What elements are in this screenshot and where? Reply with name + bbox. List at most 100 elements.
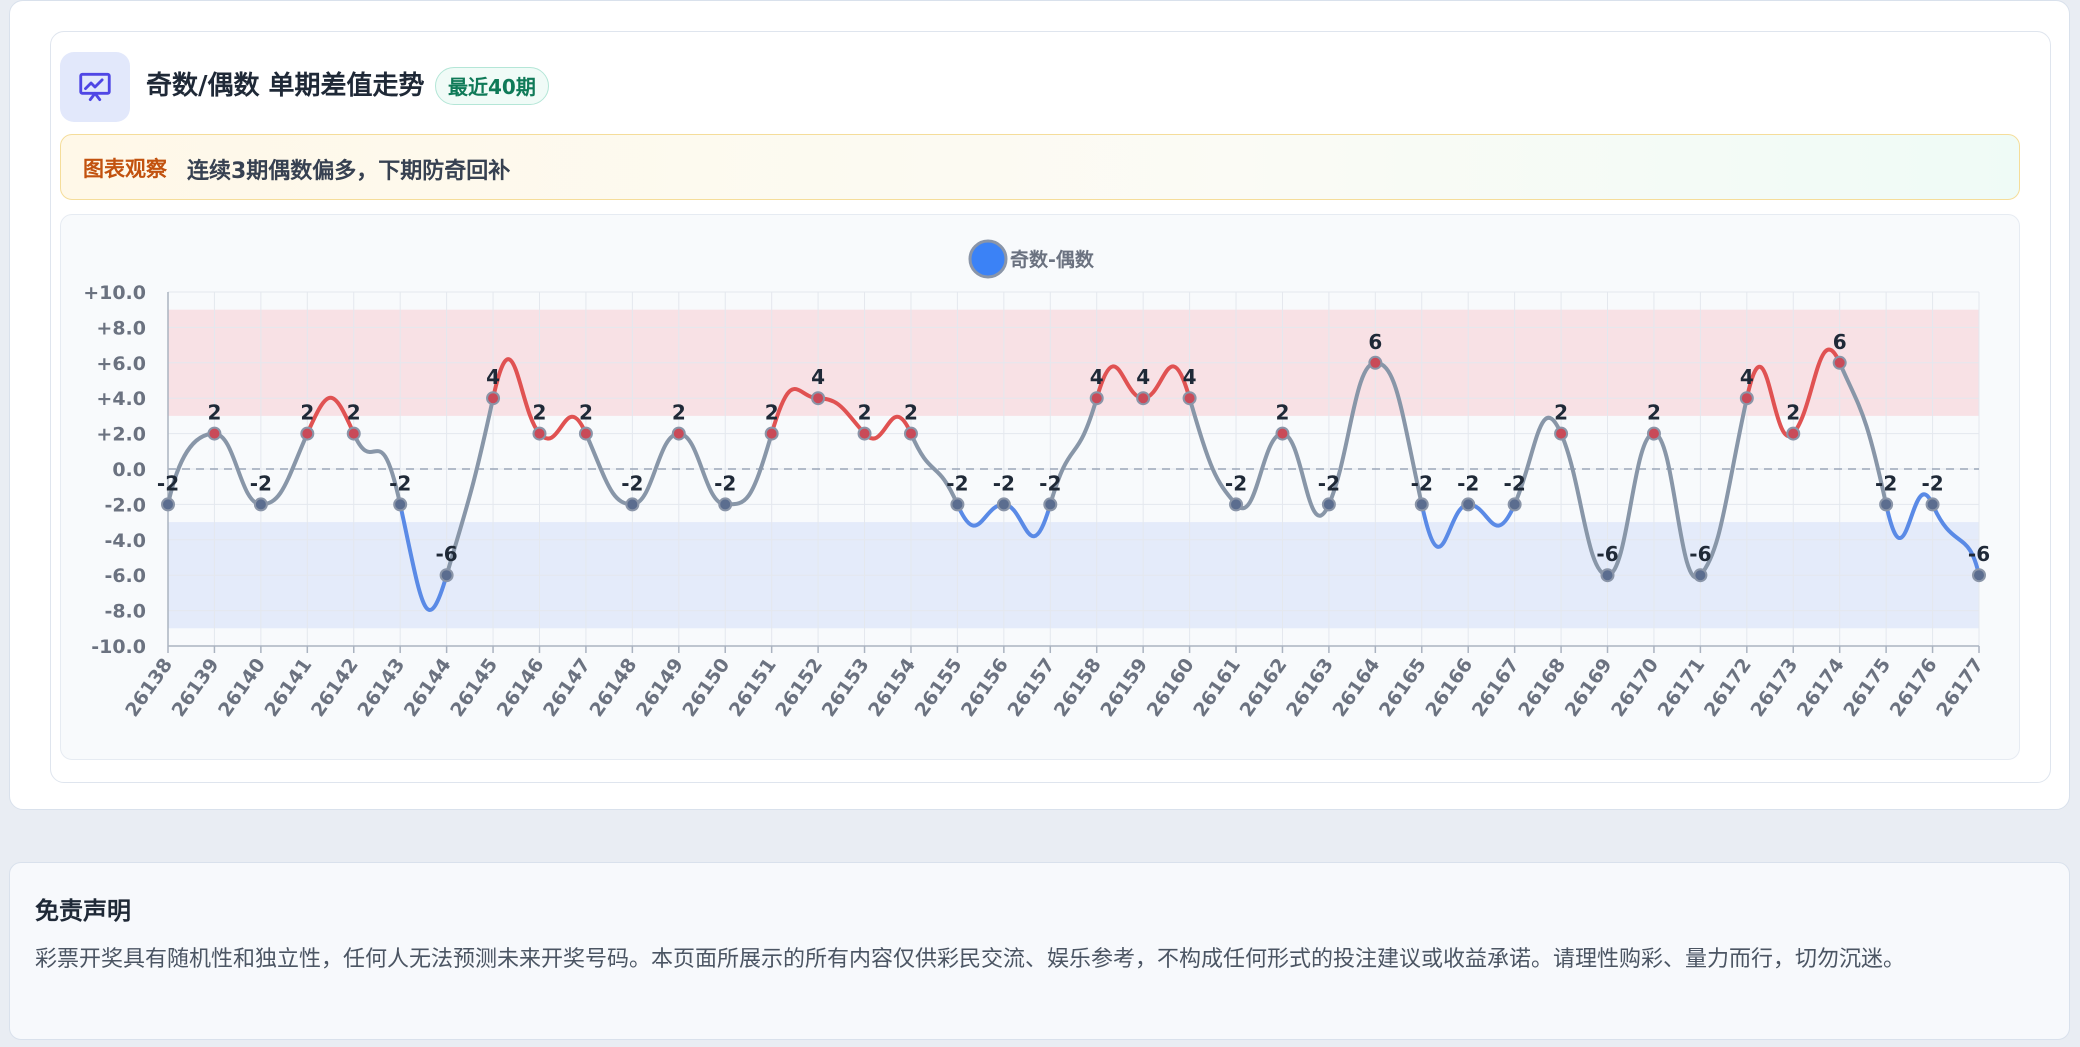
- y-tick-label: -2.0: [104, 494, 146, 516]
- x-tick-label: 26151: [725, 654, 781, 721]
- data-point: [625, 497, 640, 512]
- data-point: [1693, 568, 1708, 583]
- x-tick-label: 26164: [1328, 654, 1384, 721]
- data-label: 2: [672, 401, 686, 425]
- data-point: [1879, 497, 1894, 512]
- data-label: 6: [1833, 330, 1847, 354]
- data-point: [811, 391, 826, 406]
- x-tick-label: 26173: [1746, 654, 1802, 721]
- data-point: [764, 426, 779, 441]
- data-label: 2: [1276, 401, 1290, 425]
- data-label: 2: [765, 401, 779, 425]
- x-tick-label: 26171: [1654, 654, 1710, 721]
- data-label: -2: [621, 471, 643, 495]
- data-point: [1414, 497, 1429, 512]
- x-tick-label: 26155: [911, 654, 967, 721]
- data-point: [1646, 426, 1661, 441]
- data-label: 2: [1647, 401, 1661, 425]
- x-tick-label: 26159: [1096, 654, 1152, 721]
- disclaimer-text: 彩票开奖具有随机性和独立性，任何人无法预测未来开奖号码。本页面所展示的所有内容仅…: [35, 947, 1906, 972]
- data-label: 6: [1368, 330, 1382, 354]
- data-label: 2: [904, 401, 918, 425]
- data-point: [1321, 497, 1336, 512]
- data-point: [253, 497, 268, 512]
- data-label: -6: [1689, 542, 1711, 566]
- data-label: -2: [1411, 471, 1433, 495]
- x-tick-label: 26160: [1143, 654, 1199, 721]
- data-point: [996, 497, 1011, 512]
- data-label: 4: [1090, 365, 1104, 389]
- data-point: [393, 497, 408, 512]
- x-tick-label: 26149: [632, 654, 688, 721]
- data-point: [439, 568, 454, 583]
- data-label: -2: [157, 471, 179, 495]
- x-tick-label: 26176: [1886, 654, 1942, 721]
- data-point: [1507, 497, 1522, 512]
- x-tick-label: 26153: [818, 654, 874, 721]
- data-label: 2: [1786, 401, 1800, 425]
- data-label: -6: [1968, 542, 1990, 566]
- data-label: 4: [486, 365, 500, 389]
- data-point: [1786, 426, 1801, 441]
- data-label: 2: [347, 401, 361, 425]
- data-label: 2: [1554, 401, 1568, 425]
- data-point: [161, 497, 175, 512]
- x-tick-label: 26161: [1189, 654, 1245, 721]
- y-tick-label: -10.0: [91, 636, 146, 658]
- x-tick-label: 26146: [493, 654, 549, 721]
- data-point: [1089, 391, 1104, 406]
- data-point: [1368, 355, 1383, 370]
- x-tick-label: 26163: [1282, 654, 1338, 721]
- data-point: [903, 426, 918, 441]
- data-label: 2: [533, 401, 547, 425]
- data-label: 4: [1183, 365, 1197, 389]
- x-tick-label: 26145: [446, 654, 502, 721]
- data-point: [1925, 497, 1940, 512]
- data-label: -2: [389, 471, 411, 495]
- x-tick-label: 26167: [1468, 654, 1524, 721]
- y-tick-label: -4.0: [104, 530, 146, 552]
- x-tick-label: 26165: [1375, 654, 1431, 721]
- data-point: [486, 391, 501, 406]
- x-tick-label: 26140: [214, 654, 270, 721]
- data-point: [578, 426, 593, 441]
- data-label: 2: [579, 401, 593, 425]
- data-label: -2: [1225, 471, 1247, 495]
- data-point: [532, 426, 547, 441]
- data-label: -2: [993, 471, 1015, 495]
- x-tick-label: 26138: [121, 654, 177, 721]
- data-label: 4: [811, 365, 825, 389]
- x-tick-label: 26141: [260, 654, 316, 721]
- y-tick-label: +10.0: [83, 282, 146, 304]
- x-tick-label: 26156: [957, 654, 1013, 721]
- data-label: 4: [1740, 365, 1754, 389]
- x-tick-label: 26169: [1561, 654, 1617, 721]
- data-label: -2: [1039, 471, 1061, 495]
- y-tick-label: +2.0: [96, 424, 146, 446]
- data-point: [1832, 355, 1847, 370]
- x-tick-label: 26170: [1607, 654, 1663, 721]
- x-tick-label: 26143: [353, 654, 409, 721]
- data-label: 4: [1136, 365, 1150, 389]
- data-label: -6: [1596, 542, 1618, 566]
- x-tick-label: 26139: [168, 654, 224, 721]
- data-point: [671, 426, 686, 441]
- legend-marker: [968, 239, 1008, 279]
- data-label: -2: [1921, 471, 1943, 495]
- x-tick-label: 26166: [1421, 654, 1477, 721]
- x-tick-label: 26147: [539, 654, 595, 721]
- x-tick-label: 26142: [307, 654, 363, 721]
- disclaimer-section: 免责声明 彩票开奖具有随机性和独立性，任何人无法预测未来开奖号码。本页面所展示的…: [9, 862, 2070, 1040]
- data-point: [1182, 391, 1197, 406]
- data-label: -2: [1318, 471, 1340, 495]
- data-point: [300, 426, 315, 441]
- x-tick-label: 26172: [1700, 654, 1756, 721]
- y-tick-label: -6.0: [104, 565, 146, 587]
- x-tick-label: 26152: [771, 654, 827, 721]
- data-point: [857, 426, 872, 441]
- data-label: -2: [714, 471, 736, 495]
- x-tick-label: 26175: [1839, 654, 1895, 721]
- legend-label: 奇数-偶数: [1010, 248, 1095, 271]
- x-tick-label: 26162: [1236, 654, 1292, 721]
- data-point: [1136, 391, 1151, 406]
